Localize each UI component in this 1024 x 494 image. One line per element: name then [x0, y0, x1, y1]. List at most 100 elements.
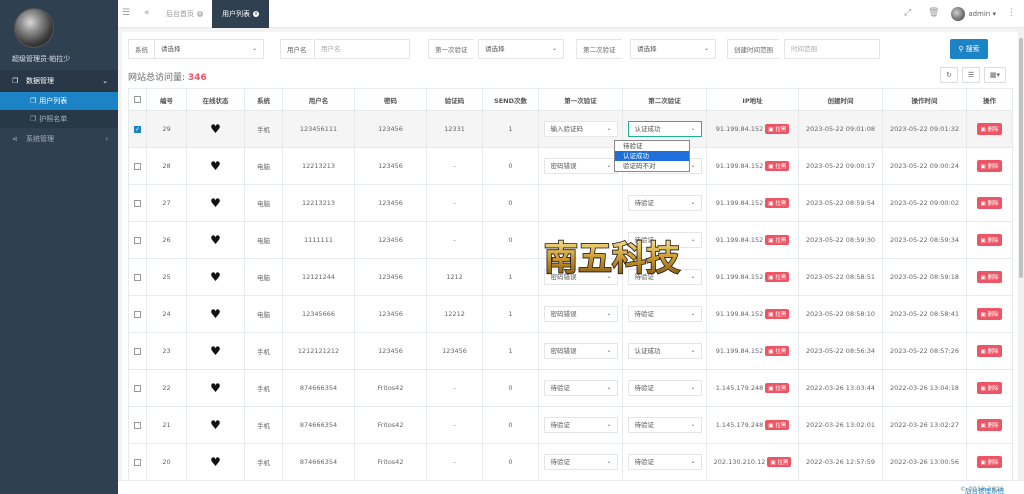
row-checkbox[interactable]	[134, 274, 141, 281]
table-row[interactable]: 20♥手机874666354Fritos42-0待验证⌄待验证⌄202.130.…	[129, 444, 1013, 481]
table-row[interactable]: 27♥电脑12213213123456-0待验证⌄91.199.84.152▣ …	[129, 185, 1013, 222]
row-select-cell[interactable]: ✓	[129, 111, 147, 148]
table-row[interactable]: 22♥手机874666354Fritos42-0待验证⌄待验证⌄1.145.17…	[129, 370, 1013, 407]
ban-button[interactable]: ▣ 拉黑	[765, 420, 789, 430]
tab-back-icon[interactable]: «	[144, 8, 150, 18]
row-checkbox[interactable]	[134, 163, 141, 170]
list-view-icon[interactable]: ☰	[962, 67, 980, 83]
ban-button[interactable]: ▣ 拉黑	[765, 124, 789, 134]
column-header[interactable]: 在线状态	[187, 89, 245, 111]
close-icon[interactable]: ×	[253, 11, 259, 17]
row-select-cell[interactable]	[129, 407, 147, 444]
row-select-cell[interactable]	[129, 370, 147, 407]
second-verify-select[interactable]: 待验证⌄	[628, 380, 702, 396]
row-checkbox[interactable]	[134, 237, 141, 244]
menu-toggle-icon[interactable]: ☰	[122, 8, 130, 18]
row-select-cell[interactable]	[129, 444, 147, 481]
delete-button[interactable]: ▣ 删除	[977, 456, 1003, 468]
tab-home[interactable]: 后台首页×	[156, 0, 213, 28]
table-row[interactable]: 21♥手机874666354Fritos42-0待验证⌄待验证⌄1.145.17…	[129, 407, 1013, 444]
ban-button[interactable]: ▣ 拉黑	[765, 383, 789, 393]
row-select-cell[interactable]	[129, 333, 147, 370]
more-icon[interactable]: ⋮	[1007, 8, 1016, 18]
columns-icon[interactable]: ▦▾	[984, 67, 1006, 83]
first-verify-select[interactable]: 待验证⌄	[544, 380, 618, 396]
table-row[interactable]: ✓29♥手机123456111123456123311输入验证码⌄认证成功⌄91…	[129, 111, 1013, 148]
tab-user-list[interactable]: 用户列表×	[212, 0, 269, 28]
first-verify-select[interactable]: 输入验证码⌄	[544, 121, 618, 137]
scrollbar[interactable]	[1018, 28, 1024, 480]
table-row[interactable]: 28♥电脑12213213123456-0密码错误⌄待验证⌄91.199.84.…	[129, 148, 1013, 185]
column-header[interactable]: 用户名	[283, 89, 355, 111]
delete-button[interactable]: ▣ 删除	[977, 308, 1003, 320]
table-row[interactable]: 23♥手机12121212121234561234561密码错误⌄认证成功⌄91…	[129, 333, 1013, 370]
trash-icon[interactable]: 🗑	[928, 8, 939, 18]
column-header[interactable]: SEND次数	[483, 89, 539, 111]
refresh-icon[interactable]: ↻	[940, 67, 958, 83]
row-checkbox[interactable]	[134, 200, 141, 207]
second-verify-select[interactable]: 待验证⌄	[628, 306, 702, 322]
footer-link[interactable]: 后台管理系统	[965, 485, 1004, 494]
user-menu[interactable]: admin ▾	[951, 6, 996, 22]
row-select-cell[interactable]	[129, 259, 147, 296]
sidebar-item-system-management[interactable]: ⋖系统管理 ‹	[0, 128, 118, 150]
delete-button[interactable]: ▣ 删除	[977, 271, 1003, 283]
select-all-checkbox[interactable]	[134, 96, 141, 103]
row-checkbox[interactable]	[134, 459, 141, 466]
username-input[interactable]: 用户名	[314, 39, 410, 59]
created-range-input[interactable]: 时间范围	[784, 39, 880, 59]
ban-button[interactable]: ▣ 拉黑	[767, 457, 791, 467]
first-verify-select[interactable]: 密码错误⌄	[544, 158, 618, 174]
dropdown-option-highlighted[interactable]: 认证成功	[615, 151, 689, 161]
second-verify-select[interactable]: 待验证⌄	[628, 417, 702, 433]
delete-button[interactable]: ▣ 删除	[977, 197, 1003, 209]
ban-button[interactable]: ▣ 拉黑	[765, 161, 789, 171]
delete-button[interactable]: ▣ 删除	[977, 345, 1003, 357]
delete-button[interactable]: ▣ 删除	[977, 234, 1003, 246]
second-verify-select[interactable]: 认证成功⌄	[628, 121, 702, 137]
row-checkbox[interactable]	[134, 348, 141, 355]
row-checkbox[interactable]: ✓	[134, 126, 141, 133]
column-header[interactable]: 操作时间	[883, 89, 967, 111]
delete-button[interactable]: ▣ 删除	[977, 123, 1003, 135]
search-button[interactable]: ⚲ 搜索	[950, 39, 988, 59]
second-verify-select[interactable]: 认证成功⌄	[628, 343, 702, 359]
dropdown-option[interactable]: 验证码不对	[615, 161, 689, 171]
first-verify-select[interactable]: 待验证⌄	[544, 454, 618, 470]
column-header[interactable]: 第一次验证	[539, 89, 623, 111]
column-header[interactable]: 第二次验证	[623, 89, 707, 111]
system-select[interactable]: 请选择⌄	[154, 39, 264, 59]
ban-button[interactable]: ▣ 拉黑	[765, 235, 789, 245]
avatar[interactable]	[14, 8, 54, 48]
ban-button[interactable]: ▣ 拉黑	[765, 346, 789, 356]
row-checkbox[interactable]	[134, 311, 141, 318]
table-row[interactable]: 24♥电脑12345666123456122121密码错误⌄待验证⌄91.199…	[129, 296, 1013, 333]
column-header[interactable]: 密码	[355, 89, 427, 111]
sidebar-item-user-list[interactable]: ❐用户列表	[0, 92, 118, 110]
dropdown-option[interactable]: 待验证	[615, 141, 689, 151]
second-verify-select[interactable]: 请选择⌄	[630, 39, 716, 59]
ban-button[interactable]: ▣ 拉黑	[765, 198, 789, 208]
first-verify-select[interactable]: 请选择⌄	[478, 39, 564, 59]
delete-button[interactable]: ▣ 删除	[977, 160, 1003, 172]
row-checkbox[interactable]	[134, 385, 141, 392]
sidebar-item-passport-list[interactable]: ❐护照名单	[0, 110, 118, 128]
column-header[interactable]: 编号	[147, 89, 187, 111]
first-verify-select[interactable]: 密码错误⌄	[544, 306, 618, 322]
close-icon[interactable]: ×	[197, 11, 203, 17]
row-select-cell[interactable]	[129, 185, 147, 222]
delete-button[interactable]: ▣ 删除	[977, 419, 1003, 431]
row-select-cell[interactable]	[129, 148, 147, 185]
second-verify-select[interactable]: 待验证⌄	[628, 454, 702, 470]
second-verify-select[interactable]: 待验证⌄	[628, 195, 702, 211]
first-verify-select[interactable]: 待验证⌄	[544, 417, 618, 433]
row-select-cell[interactable]	[129, 222, 147, 259]
row-checkbox[interactable]	[134, 422, 141, 429]
delete-button[interactable]: ▣ 删除	[977, 382, 1003, 394]
column-header[interactable]: IP地址	[707, 89, 799, 111]
column-header[interactable]: 系统	[245, 89, 283, 111]
ban-button[interactable]: ▣ 拉黑	[765, 309, 789, 319]
fullscreen-icon[interactable]: ⤢	[904, 8, 911, 18]
column-header[interactable]: 验证码	[427, 89, 483, 111]
column-header[interactable]: 创建时间	[799, 89, 883, 111]
